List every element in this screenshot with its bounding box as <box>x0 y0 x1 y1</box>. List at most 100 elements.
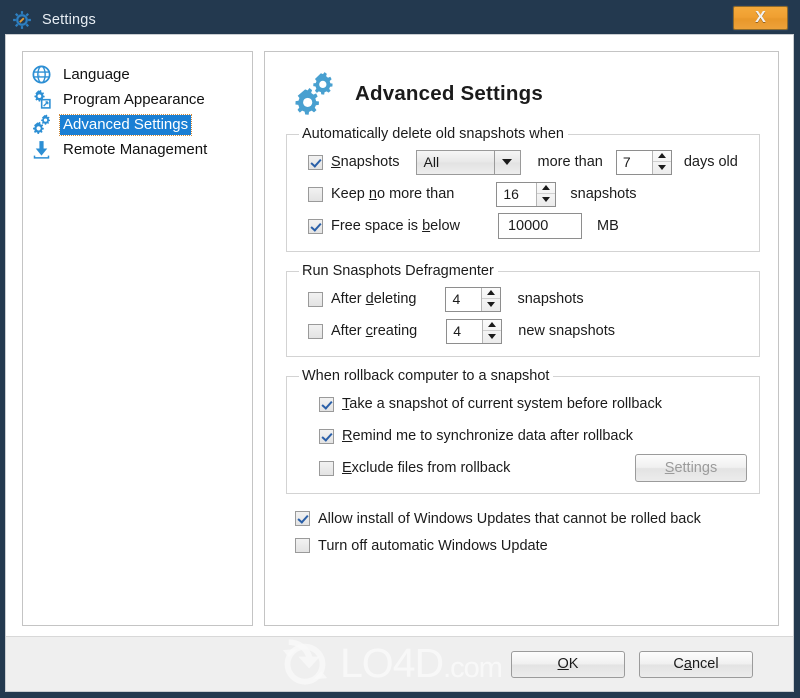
dialog-footer: OK Cancel <box>6 636 793 691</box>
days-spinner[interactable]: 7 <box>615 149 672 175</box>
close-icon: X <box>755 9 766 26</box>
sidebar-item-remote-management[interactable]: Remote Management <box>23 137 252 162</box>
allow-updates-label: Allow install of Windows Updates that ca… <box>318 510 701 527</box>
snapshots-scope-dropdown[interactable]: All <box>415 149 521 175</box>
globe-icon <box>31 64 52 85</box>
after-deleting-value: 4 <box>452 291 461 307</box>
spinner-up-icon[interactable] <box>482 288 501 299</box>
spinner-down-icon[interactable] <box>537 194 555 206</box>
exclude-files-checkbox[interactable] <box>319 460 334 476</box>
spinner-up-icon[interactable] <box>537 183 556 194</box>
days-old-label: days old <box>683 154 738 170</box>
window-title: Settings <box>42 11 96 28</box>
free-space-label: Free space is below <box>331 218 460 234</box>
after-creating-label: After creating <box>331 323 418 339</box>
client-area: Language Program Appearance Advanced Set… <box>5 34 794 692</box>
sidebar-item-advanced-settings[interactable]: Advanced Settings <box>23 112 252 137</box>
title-bar: Settings X <box>5 5 794 34</box>
turn-off-update-checkbox[interactable] <box>295 538 310 553</box>
row-take-snapshot: Take a snapshot of current system before… <box>297 388 749 420</box>
sidebar-item-label: Language <box>63 65 130 83</box>
ok-label: OK <box>557 656 579 672</box>
snapshots-label: Snapshots <box>331 154 400 170</box>
group-legend: When rollback computer to a snapshot <box>302 368 550 384</box>
exclude-settings-label: Settings <box>664 460 718 476</box>
group-legend: Run Snasphots Defragmenter <box>302 263 494 279</box>
row-after-deleting: After deleting 4 snapshots <box>297 283 749 315</box>
sidebar-item-label: Program Appearance <box>63 90 205 108</box>
ok-button[interactable]: OK <box>511 650 625 678</box>
row-allow-updates: Allow install of Windows Updates that ca… <box>295 505 760 532</box>
free-space-input[interactable]: 10000 <box>497 213 582 239</box>
exclude-files-label: Exclude files from rollback <box>342 460 511 476</box>
row-after-creating: After creating 4 new snapshots <box>297 315 749 347</box>
dropdown-value: All <box>423 154 440 170</box>
free-space-value: 10000 <box>507 218 549 234</box>
group-legend: Automatically delete old snapshots when <box>302 126 564 142</box>
keep-count-unit: snapshots <box>570 186 637 202</box>
group-rollback: When rollback computer to a snapshot Tak… <box>286 368 760 494</box>
row-snapshots: Snapshots All more than 7 days old <box>297 146 749 178</box>
panes: Language Program Appearance Advanced Set… <box>6 35 793 636</box>
more-than-label: more than <box>537 154 603 170</box>
spinner-down-icon[interactable] <box>483 331 501 343</box>
row-remind-sync: Remind me to synchronize data after roll… <box>297 420 749 452</box>
free-space-checkbox[interactable] <box>308 218 323 234</box>
allow-updates-checkbox[interactable] <box>295 511 310 526</box>
chevron-down-icon[interactable] <box>493 150 520 174</box>
keep-count-spinner[interactable]: 16 <box>496 181 557 207</box>
gear-icon <box>11 9 33 31</box>
gears-window-icon <box>31 89 52 110</box>
after-creating-unit: new snapshots <box>518 323 615 339</box>
page-title: Advanced Settings <box>355 82 543 105</box>
keep-count-value: 16 <box>503 186 519 202</box>
loose-options: Allow install of Windows Updates that ca… <box>295 505 760 559</box>
row-keep-no-more-than: Keep no more than 16 snapshots <box>297 178 749 210</box>
row-turn-off-update: Turn off automatic Windows Update <box>295 532 760 559</box>
after-deleting-spinner[interactable]: 4 <box>445 286 502 312</box>
after-deleting-label: After deleting <box>331 291 417 307</box>
free-space-unit: MB <box>596 218 619 234</box>
after-deleting-checkbox[interactable] <box>308 291 323 307</box>
group-defragmenter: Run Snasphots Defragmenter After deletin… <box>286 263 760 357</box>
days-value: 7 <box>622 154 631 170</box>
spinner-up-icon[interactable] <box>652 151 671 162</box>
sidebar-item-label: Remote Management <box>63 140 208 158</box>
remind-sync-label: Remind me to synchronize data after roll… <box>342 428 633 444</box>
sidebar: Language Program Appearance Advanced Set… <box>22 51 253 626</box>
remind-sync-checkbox[interactable] <box>319 428 334 444</box>
settings-window: Settings X Language Program Appearance A… <box>0 0 800 698</box>
snapshots-checkbox[interactable] <box>308 154 323 170</box>
spinner-buttons[interactable] <box>651 150 671 174</box>
close-button[interactable]: X <box>733 6 788 30</box>
cancel-label: Cancel <box>673 656 719 672</box>
after-creating-checkbox[interactable] <box>308 323 323 339</box>
group-auto-delete: Automatically delete old snapshots when … <box>286 126 760 252</box>
take-snapshot-checkbox[interactable] <box>319 396 334 412</box>
spinner-buttons[interactable] <box>482 319 502 343</box>
after-creating-value: 4 <box>453 323 462 339</box>
row-free-space: Free space is below 10000 MB <box>297 210 749 242</box>
page-header: Advanced Settings <box>277 64 766 126</box>
turn-off-update-label: Turn off automatic Windows Update <box>318 537 548 554</box>
exclude-settings-button[interactable]: Settings <box>635 454 747 482</box>
row-exclude-files: Exclude files from rollback Settings <box>297 452 749 484</box>
sidebar-item-program-appearance[interactable]: Program Appearance <box>23 87 252 112</box>
content-pane: Advanced Settings Automatically delete o… <box>264 51 779 626</box>
download-arrow-icon <box>31 139 52 160</box>
keep-no-more-checkbox[interactable] <box>308 186 323 202</box>
cancel-button[interactable]: Cancel <box>639 650 753 678</box>
after-deleting-unit: snapshots <box>517 291 584 307</box>
keep-no-more-label: Keep no more than <box>331 186 455 202</box>
gears-icon <box>31 114 52 135</box>
take-snapshot-label: Take a snapshot of current system before… <box>342 396 662 412</box>
sidebar-item-label: Advanced Settings <box>58 113 193 136</box>
gears-icon <box>289 71 339 117</box>
spinner-up-icon[interactable] <box>483 320 502 331</box>
spinner-buttons[interactable] <box>536 182 556 206</box>
after-creating-spinner[interactable]: 4 <box>446 318 503 344</box>
spinner-down-icon[interactable] <box>653 162 671 174</box>
spinner-down-icon[interactable] <box>482 299 500 311</box>
spinner-buttons[interactable] <box>481 287 501 311</box>
sidebar-item-language[interactable]: Language <box>23 62 252 87</box>
